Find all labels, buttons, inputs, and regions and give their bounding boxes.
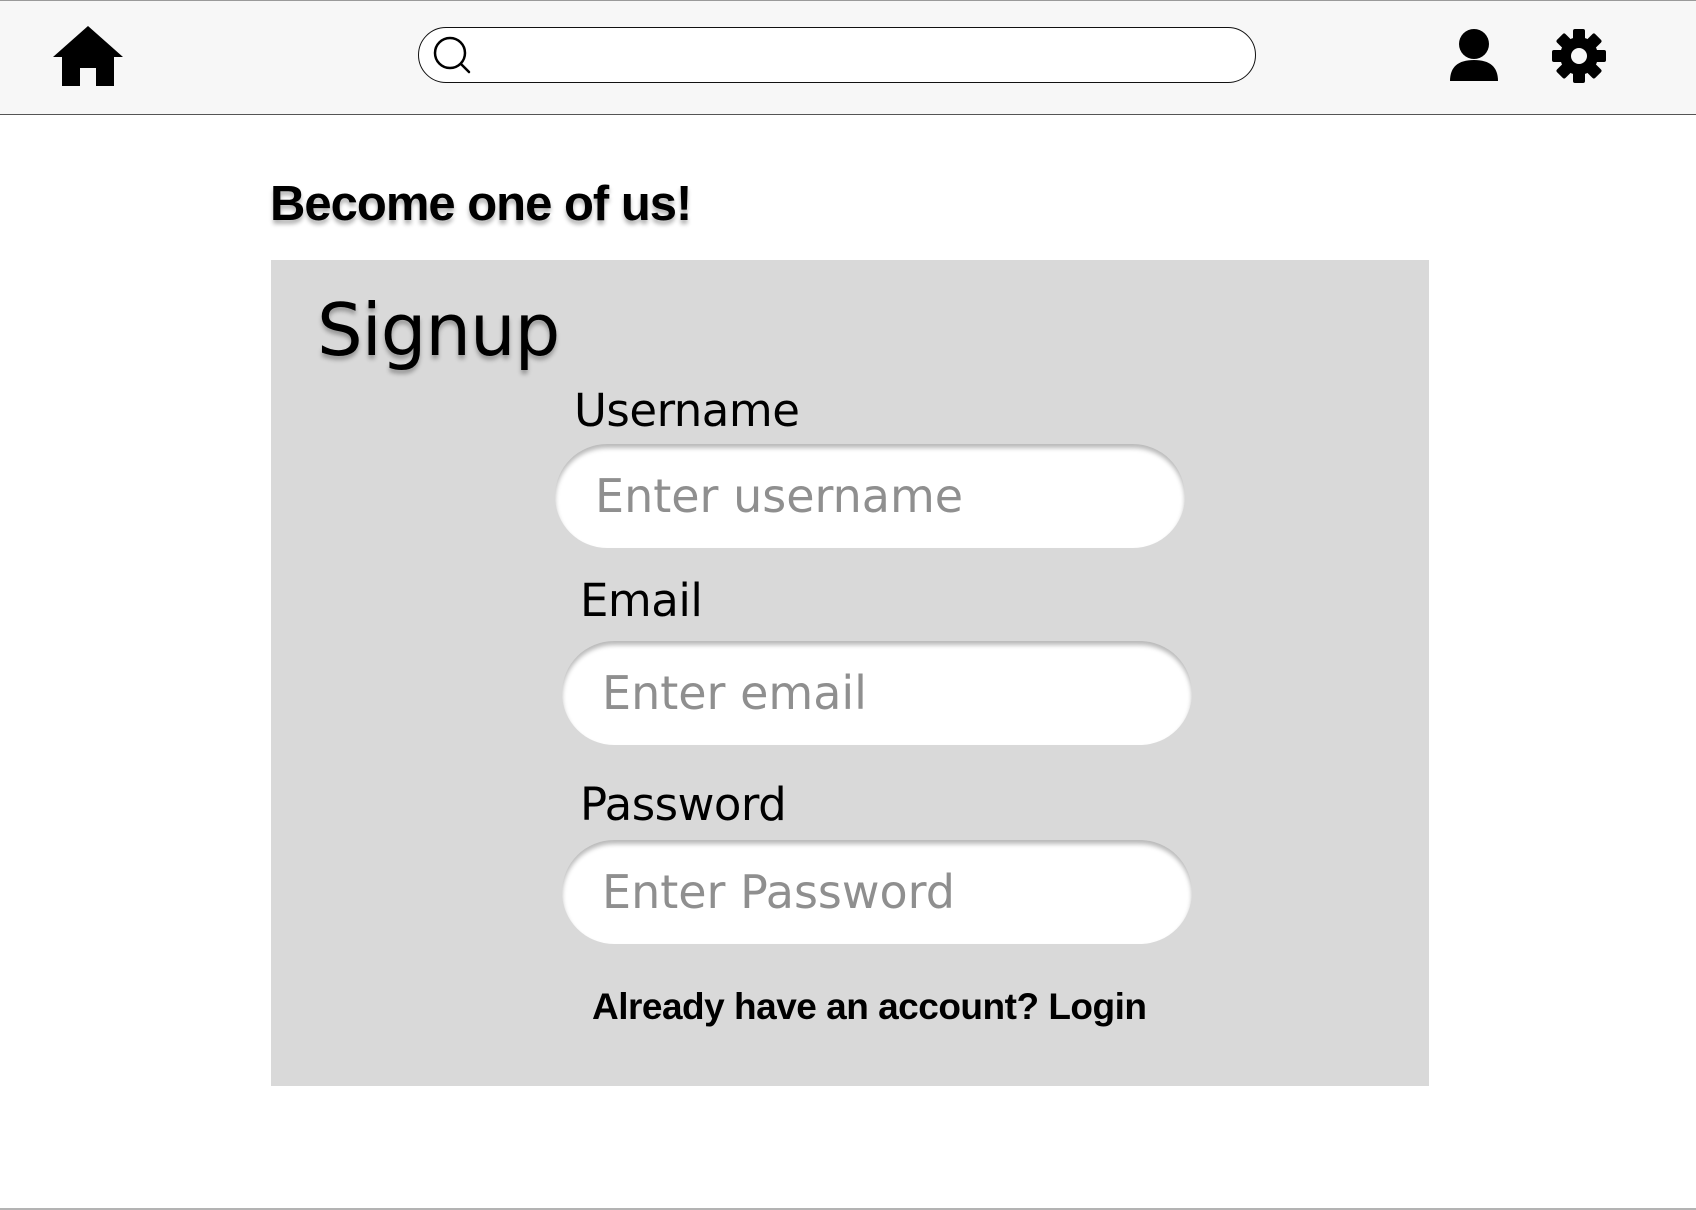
login-prompt-line: Already have an account? Login <box>592 986 1147 1028</box>
username-label: Username <box>574 384 800 437</box>
page-tagline: Become one of us! <box>270 177 692 231</box>
home-icon <box>53 26 123 86</box>
top-nav-bar <box>0 0 1696 115</box>
user-icon <box>1450 29 1498 81</box>
signup-panel: Signup Username Email Password Already h… <box>271 260 1429 1086</box>
home-button[interactable] <box>50 23 126 91</box>
gear-icon <box>1552 29 1606 83</box>
user-account-button[interactable] <box>1444 27 1504 85</box>
password-field[interactable] <box>562 840 1192 944</box>
search-input[interactable] <box>481 34 1225 78</box>
email-label: Email <box>580 574 703 627</box>
settings-button[interactable] <box>1548 27 1610 85</box>
search-icon <box>433 36 471 74</box>
username-field[interactable] <box>555 444 1185 548</box>
password-label: Password <box>580 778 787 831</box>
login-link[interactable]: Login <box>1048 986 1147 1027</box>
email-field[interactable] <box>562 641 1192 745</box>
signup-title: Signup <box>317 288 560 372</box>
login-prompt-text: Already have an account? <box>592 986 1039 1027</box>
search-bar[interactable] <box>418 27 1256 83</box>
